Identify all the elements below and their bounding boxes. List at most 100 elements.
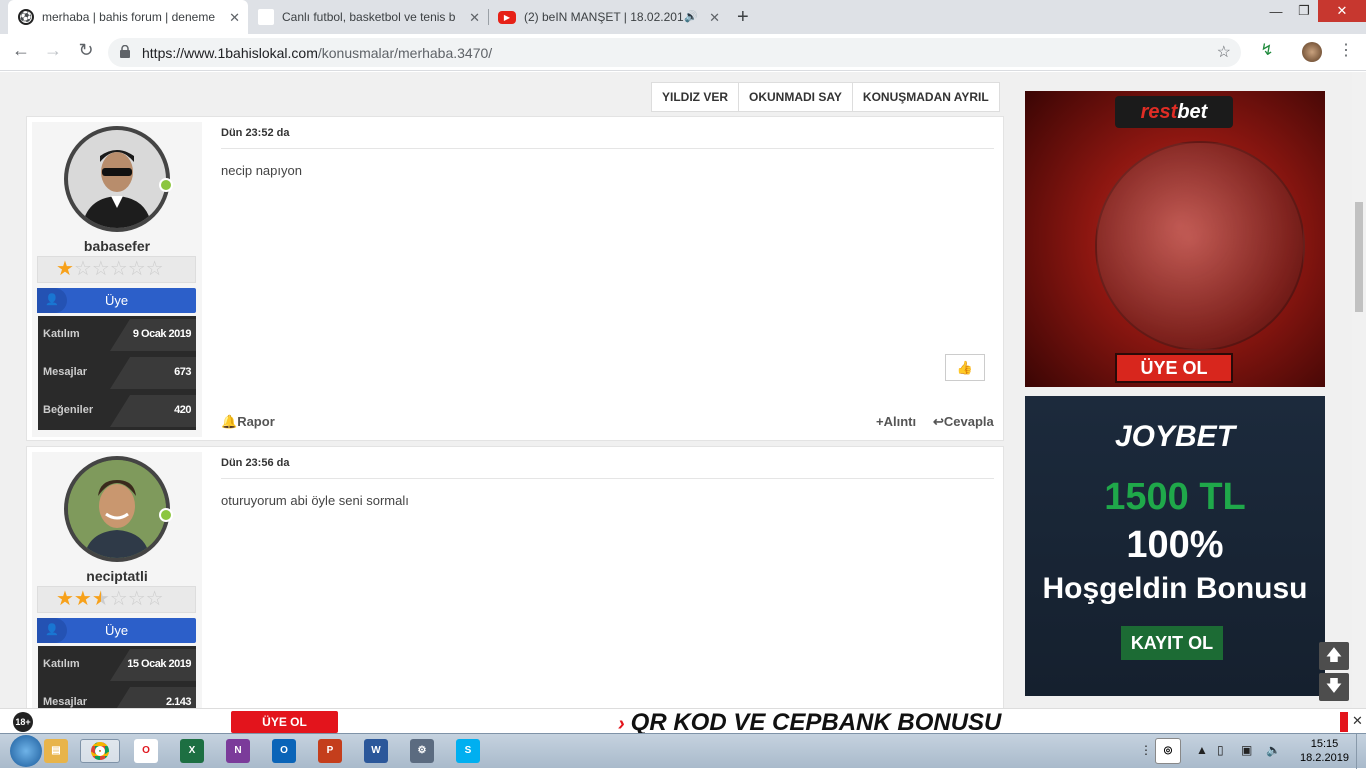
word-icon[interactable]: W [364, 739, 388, 763]
address-bar[interactable]: https://www.1bahislokal.com/konusmalar/m… [108, 38, 1241, 67]
close-tab-icon[interactable]: ✕ [229, 10, 240, 26]
chevron-right-icon: › [618, 713, 625, 735]
extension-icon[interactable]: ↯ [1255, 40, 1279, 60]
joybet-register-button[interactable]: KAYIT OL [1121, 626, 1223, 660]
star-empty-icon: ☆☆☆ [109, 588, 164, 610]
user-stats: Katılım 15 Ocak 2019 Mesajlar 2.143 [38, 646, 196, 708]
user-role-badge: 👤 Üye [37, 618, 196, 643]
file-explorer-icon[interactable]: ▤ [44, 739, 68, 763]
user-icon: 👤 [37, 288, 67, 313]
bonus-percent: 100% [1126, 524, 1224, 566]
football-image [1095, 141, 1305, 351]
windows-taskbar: ▤ O X N O P W ⚙ S ⋮⋮ ◎ ▲ ▯ ▣ 🔈 15:15 18.2… [0, 733, 1366, 769]
start-button[interactable] [10, 735, 42, 767]
app-icon[interactable]: ⚙ [410, 739, 434, 763]
joybet-logo: JOYBET [1114, 420, 1236, 453]
user-sidebar: neciptatli ★★★☆☆☆ 👤 Üye Katılım 15 Ocak 20… [32, 452, 202, 708]
like-dislike-button[interactable]: 👍 [945, 354, 985, 381]
bottom-banner: 18+ ÜYE OL › QR KOD VE CEPBANK BONUSU ✕ [0, 708, 1366, 736]
thumbs-icon: 👍 [956, 360, 974, 375]
scroll-down-button[interactable]: 🡇 [1319, 673, 1349, 701]
post-date[interactable]: Dün 23:52 da [221, 127, 289, 139]
minimize-button[interactable]: — [1262, 0, 1290, 22]
message-post: babasefer ★☆☆☆☆☆ 👤 Üye Katılım 9 Ocak 2019… [26, 116, 1004, 441]
new-tab-button[interactable]: + [737, 6, 749, 29]
bonus-title: Hoşgeldin Bonusu [1042, 572, 1308, 605]
avatar[interactable] [64, 126, 170, 232]
bookmark-star-icon[interactable]: ☆ [1217, 42, 1231, 62]
audio-playing-icon[interactable]: 🔊 [684, 10, 698, 23]
close-tab-icon[interactable]: ✕ [469, 10, 480, 26]
joybet-ad[interactable]: JOYBET 1500 TL 100% Hoşgeldin Bonusu KAY… [1025, 396, 1325, 696]
back-icon[interactable]: ← [9, 40, 33, 61]
avatar[interactable] [64, 456, 170, 562]
power-icon[interactable]: ▯ [1217, 743, 1224, 757]
mark-unread-button[interactable]: OKUNMADI SAY [739, 83, 853, 111]
star-rating: ★★★☆☆☆ [37, 586, 196, 613]
excel-icon[interactable]: X [180, 739, 204, 763]
bonus-amount: 1500 TL [1104, 476, 1246, 518]
show-desktop-button[interactable] [1356, 734, 1366, 769]
post-body: necip napıyon [221, 163, 302, 178]
powerpoint-icon[interactable]: P [318, 739, 342, 763]
give-star-button[interactable]: YILDIZ VER [652, 83, 740, 111]
star-filled-icon: ★★ [56, 588, 92, 610]
close-window-button[interactable]: ✕ [1318, 0, 1366, 22]
star-rating: ★☆☆☆☆☆ [37, 256, 196, 283]
system-clock[interactable]: 15:15 18.2.2019 [1300, 737, 1349, 765]
post-date[interactable]: Dün 23:56 da [221, 457, 289, 469]
tray-app-icon[interactable]: ◎ [1155, 738, 1181, 764]
opera-icon[interactable]: O [134, 739, 158, 763]
user-icon: 👤 [37, 618, 67, 643]
post-body: oturuyorum abi öyle seni sormalı [221, 493, 409, 508]
lock-icon [120, 45, 130, 58]
age-badge: 18+ [13, 712, 33, 732]
maximize-button[interactable]: ❐ [1290, 0, 1318, 22]
scroll-up-button[interactable]: 🡅 [1319, 642, 1349, 670]
banner-signup-button[interactable]: ÜYE OL [231, 711, 338, 733]
browser-tab-strip: ⚽ merhaba | bahis forum | deneme ✕ Canlı… [0, 0, 1366, 34]
star-filled-icon: ★ [56, 258, 74, 280]
close-tab-icon[interactable]: ✕ [709, 10, 720, 26]
leave-conversation-button[interactable]: KONUŞMADAN AYRIL [853, 83, 999, 111]
page-content: YILDIZ VER OKUNMADI SAY KONUŞMADAN AYRIL… [0, 72, 1352, 708]
onenote-icon[interactable]: N [226, 739, 250, 763]
network-icon[interactable]: ▣ [1241, 743, 1252, 757]
report-link[interactable]: 🔔Rapor [221, 414, 275, 430]
outlook-icon[interactable]: O [272, 739, 296, 763]
username[interactable]: neciptatli [32, 568, 202, 584]
restbet-ad[interactable]: restbet ÜYE OL [1025, 91, 1325, 387]
scrollbar-thumb[interactable] [1355, 202, 1363, 312]
blank-page-icon [258, 9, 274, 25]
bell-icon: 🔔 [221, 414, 238, 429]
restbet-signup-button[interactable]: ÜYE OL [1115, 353, 1233, 383]
user-stats: Katılım 9 Ocak 2019 Mesajlar 673 Beğeniler… [38, 316, 196, 430]
skype-icon[interactable]: S [456, 739, 480, 763]
youtube-icon: ▶ [498, 10, 516, 24]
user-role-badge: 👤 Üye [37, 288, 196, 313]
online-status-indicator [159, 178, 173, 192]
username[interactable]: babasefer [32, 238, 202, 254]
restbet-logo: restbet [1115, 96, 1233, 128]
quote-link[interactable]: +Alıntı [876, 414, 916, 429]
volume-icon[interactable]: 🔈 [1266, 743, 1281, 757]
chrome-taskbar-icon[interactable] [80, 739, 120, 763]
forward-icon[interactable]: → [41, 40, 65, 61]
profile-avatar[interactable] [1302, 42, 1322, 62]
reload-icon[interactable]: ↻ [74, 40, 98, 61]
reply-arrow-icon: ↩ [933, 414, 944, 429]
reply-link[interactable]: ↩Cevapla [933, 414, 994, 430]
page-scrollbar[interactable] [1352, 72, 1366, 708]
user-sidebar: babasefer ★☆☆☆☆☆ 👤 Üye Katılım 9 Ocak 2019… [32, 122, 202, 437]
star-half-icon: ★ [91, 588, 110, 610]
tab-merhaba[interactable]: ⚽ merhaba | bahis forum | deneme ✕ [8, 0, 248, 34]
online-status-indicator [159, 508, 173, 522]
tab-bein[interactable]: ▶ (2) beIN MANŞET | 18.02.201 🔊 ✕ [488, 0, 728, 34]
star-empty-icon: ☆☆☆☆☆ [73, 258, 164, 280]
show-hidden-icons[interactable]: ▲ [1196, 743, 1208, 757]
banner-close-icon[interactable]: ✕ [1352, 713, 1363, 729]
menu-kebab-icon[interactable]: ⋮ [1334, 40, 1358, 60]
tab-canli-futbol[interactable]: Canlı futbol, basketbol ve tenis b ✕ [248, 0, 488, 34]
soccer-ball-icon: ⚽ [18, 9, 34, 25]
url-text: https://www.1bahislokal.com/konusmalar/m… [142, 45, 493, 61]
